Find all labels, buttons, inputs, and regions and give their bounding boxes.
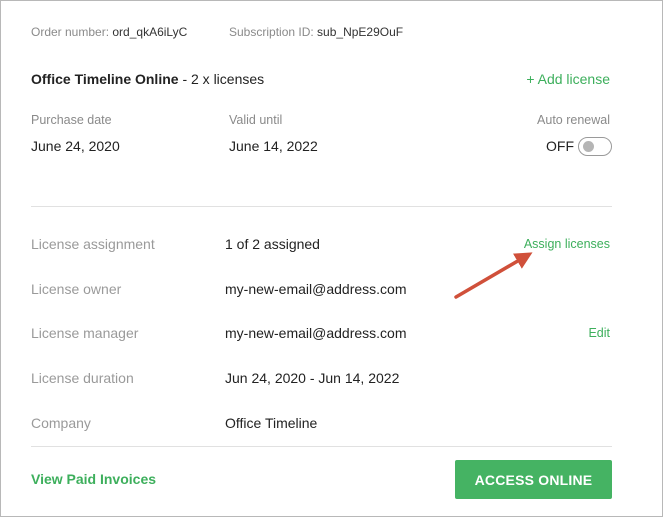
footer-divider bbox=[31, 446, 612, 447]
license-assignment-value: 1 of 2 assigned bbox=[225, 236, 320, 252]
view-paid-invoices-link[interactable]: View Paid Invoices bbox=[31, 471, 156, 487]
auto-renewal-toggle[interactable] bbox=[578, 137, 612, 156]
license-owner-label: License owner bbox=[31, 281, 122, 297]
edit-manager-link[interactable]: Edit bbox=[588, 326, 610, 340]
license-owner-value: my-new-email@address.com bbox=[225, 281, 407, 297]
product-name: Office Timeline Online bbox=[31, 71, 179, 87]
license-manager-value: my-new-email@address.com bbox=[225, 325, 407, 341]
access-online-button[interactable]: ACCESS ONLINE bbox=[455, 460, 612, 499]
subscription-card: Order number: ord_qkA6iLyC Subscription … bbox=[0, 0, 663, 517]
purchase-date-label: Purchase date bbox=[31, 113, 112, 127]
license-manager-label: License manager bbox=[31, 325, 139, 341]
subscription-id: Subscription ID: sub_NpE29OuF bbox=[229, 25, 403, 39]
add-license-link[interactable]: + Add license bbox=[526, 71, 610, 87]
company-label: Company bbox=[31, 415, 91, 431]
auto-renewal-state: OFF bbox=[546, 138, 574, 154]
auto-renewal-label: Auto renewal bbox=[537, 113, 610, 127]
product-license-count: - 2 x licenses bbox=[178, 71, 265, 87]
license-duration-label: License duration bbox=[31, 370, 134, 386]
product-title: Office Timeline Online - 2 x licenses bbox=[31, 71, 264, 87]
license-duration-value: Jun 24, 2020 - Jun 14, 2022 bbox=[225, 370, 400, 386]
subscription-id-value: sub_NpE29OuF bbox=[317, 25, 404, 39]
order-number: Order number: ord_qkA6iLyC bbox=[31, 25, 187, 39]
order-number-label: Order number: bbox=[31, 25, 110, 39]
order-number-value: ord_qkA6iLyC bbox=[112, 25, 188, 39]
valid-until-label: Valid until bbox=[229, 113, 283, 127]
license-assignment-label: License assignment bbox=[31, 236, 155, 252]
section-divider bbox=[31, 206, 612, 207]
subscription-id-label: Subscription ID: bbox=[229, 25, 314, 39]
company-value: Office Timeline bbox=[225, 415, 318, 431]
valid-until-value: June 14, 2022 bbox=[229, 138, 318, 154]
toggle-knob bbox=[583, 141, 594, 152]
annotation-arrow-icon bbox=[454, 252, 533, 299]
purchase-date-value: June 24, 2020 bbox=[31, 138, 120, 154]
